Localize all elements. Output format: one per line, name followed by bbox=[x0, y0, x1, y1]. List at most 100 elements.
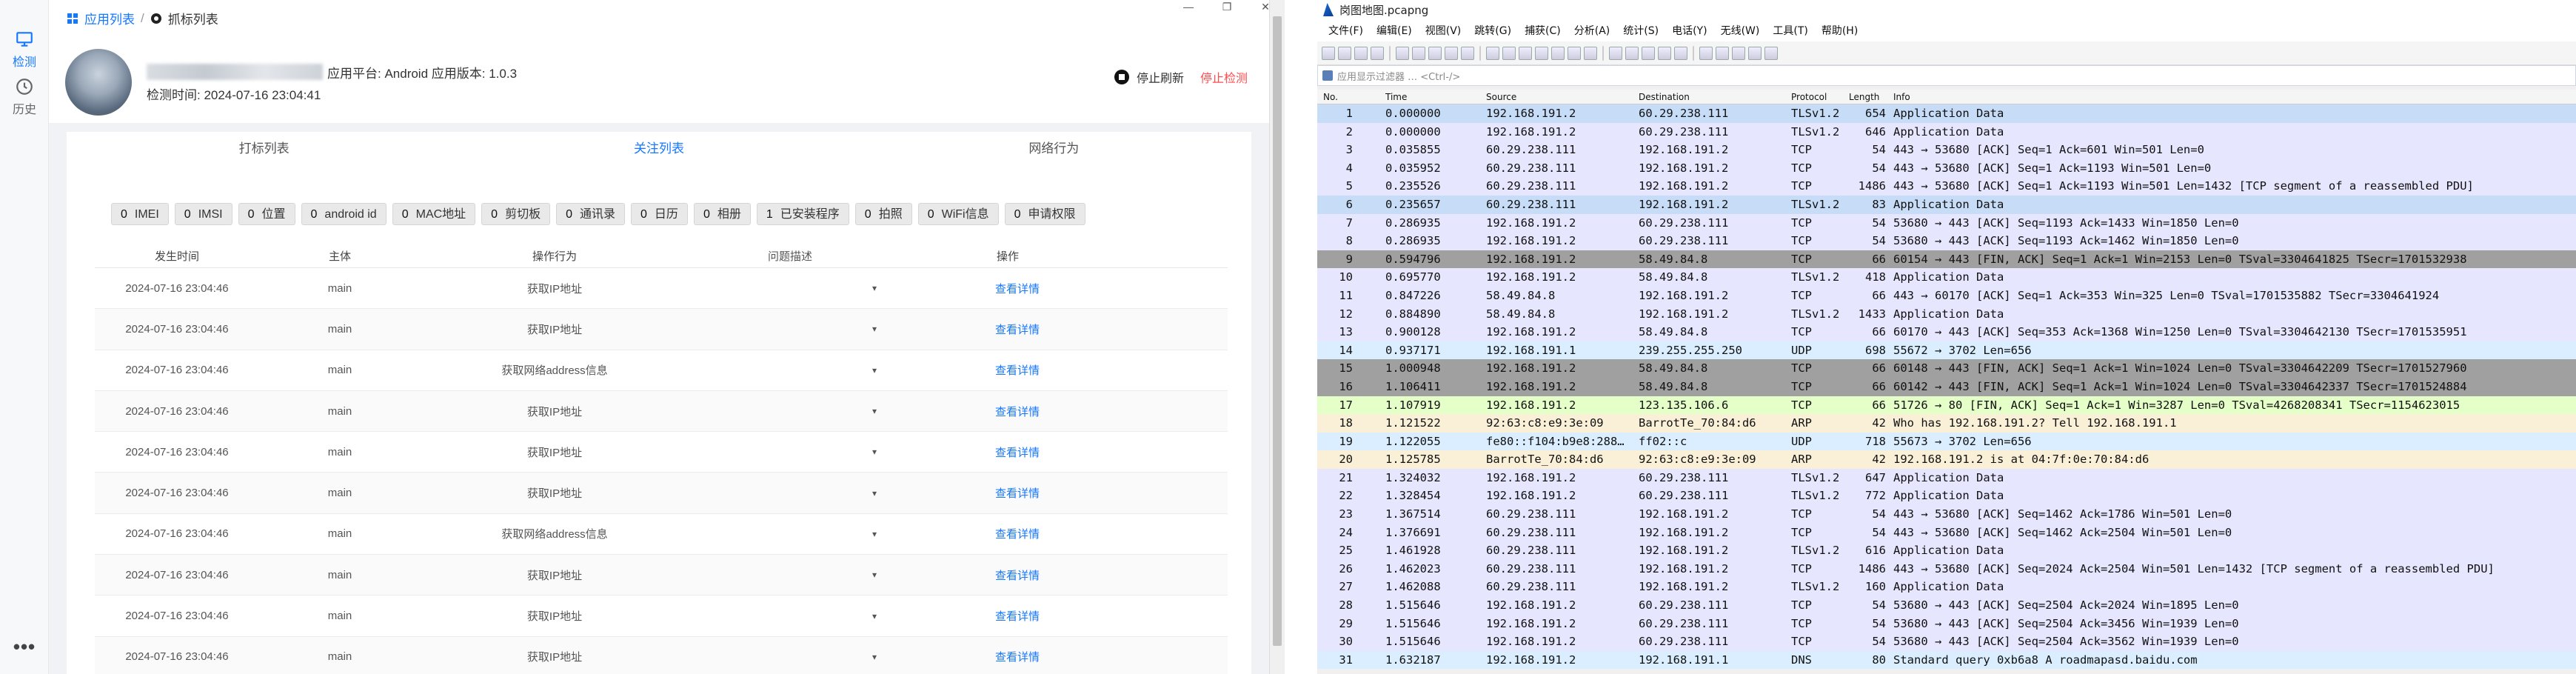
tag-filter[interactable]: 1 已安装程序 bbox=[756, 203, 849, 225]
toolbar-icon[interactable] bbox=[1699, 46, 1713, 60]
packet-row[interactable]: 30 1.515646 192.168.191.2 60.29.238.111 TCP 5… bbox=[1317, 633, 2576, 651]
packet-row[interactable]: 17 1.107919 192.168.191.2 123.135.106.6 TCP 6… bbox=[1317, 396, 2576, 415]
menu-item[interactable]: 编辑(E) bbox=[1370, 23, 1419, 38]
cell-issue-toggle[interactable]: ▾ bbox=[689, 488, 891, 498]
menu-item[interactable]: 工具(T) bbox=[1766, 23, 1814, 38]
packet-row[interactable]: 7 0.286935 192.168.191.2 60.29.238.111 TCP 54… bbox=[1317, 213, 2576, 233]
toolbar-icon[interactable] bbox=[1428, 46, 1442, 60]
tag-filter[interactable]: 0 日历 bbox=[631, 203, 688, 225]
col-no[interactable]: No. bbox=[1323, 92, 1338, 102]
packet-row[interactable]: 21 1.324032 192.168.191.2 60.29.238.111 TLSv… bbox=[1317, 468, 2576, 487]
toolbar-icon[interactable] bbox=[1625, 46, 1639, 60]
cell-issue-toggle[interactable]: ▾ bbox=[689, 283, 891, 293]
more-menu-button[interactable]: ••• bbox=[0, 635, 49, 658]
minimize-button[interactable]: — bbox=[1169, 0, 1208, 15]
packet-row[interactable]: 6 0.235657 60.29.238.111 192.168.191.2 TLSv1… bbox=[1317, 195, 2576, 214]
packet-row[interactable]: 1 0.000000 192.168.191.2 60.29.238.111 TLSv1… bbox=[1317, 104, 2576, 123]
packet-row[interactable]: 10 0.695770 192.168.191.2 58.49.84.8 TLSv1.2… bbox=[1317, 268, 2576, 287]
col-length[interactable]: Length bbox=[1849, 92, 1879, 102]
packet-row[interactable]: 12 0.884890 58.49.84.8 192.168.191.2 TLSv1.2… bbox=[1317, 304, 2576, 324]
maximize-button[interactable]: ❐ bbox=[1208, 0, 1246, 15]
packet-row[interactable]: 31 1.632187 192.168.191.2 192.168.191.1 DNS 8… bbox=[1317, 650, 2576, 670]
cell-issue-toggle[interactable]: ▾ bbox=[689, 529, 891, 539]
cell-issue-toggle[interactable]: ▾ bbox=[689, 365, 891, 376]
cell-issue-toggle[interactable]: ▾ bbox=[689, 570, 891, 580]
packet-row[interactable]: 18 1.121522 92:63:c8:e9:3e:09 BarrotTe_70:8… bbox=[1317, 414, 2576, 433]
col-destination[interactable]: Destination bbox=[1639, 92, 1690, 102]
toolbar-icon[interactable] bbox=[1674, 46, 1687, 60]
menu-item[interactable]: 跳转(G) bbox=[1468, 23, 1518, 38]
view-details-link[interactable]: 查看详情 bbox=[995, 447, 1040, 459]
toolbar-icon[interactable] bbox=[1551, 46, 1565, 60]
packet-row[interactable]: 5 0.235526 60.29.238.111 192.168.191.2 TCP 14… bbox=[1317, 177, 2576, 196]
nav-history[interactable]: 历史 bbox=[0, 77, 49, 117]
toolbar-icon[interactable] bbox=[1609, 46, 1622, 60]
menu-item[interactable]: 统计(S) bbox=[1616, 23, 1665, 38]
col-protocol[interactable]: Protocol bbox=[1791, 92, 1827, 102]
tag-filter[interactable]: 0 通讯录 bbox=[556, 203, 626, 225]
toolbar-icon[interactable] bbox=[1658, 46, 1671, 60]
packet-row[interactable]: 20 1.125785 BarrotTe_70:84:d6 92:63:c8:e9:3… bbox=[1317, 450, 2576, 469]
view-details-link[interactable]: 查看详情 bbox=[995, 528, 1040, 541]
stop-refresh-button[interactable]: 停止刷新 bbox=[1114, 68, 1184, 86]
packet-row[interactable]: 25 1.461928 60.29.238.111 192.168.191.2 TLSv… bbox=[1317, 541, 2576, 560]
toolbar-icon[interactable] bbox=[1461, 46, 1474, 60]
view-details-link[interactable]: 查看详情 bbox=[995, 610, 1040, 623]
packet-row[interactable]: 2 0.000000 192.168.191.2 60.29.238.111 TLSv1… bbox=[1317, 122, 2576, 141]
tag-filter[interactable]: 0 IMEI bbox=[111, 203, 169, 225]
tag-filter[interactable]: 0 申请权限 bbox=[1004, 203, 1085, 225]
packet-row[interactable]: 8 0.286935 192.168.191.2 60.29.238.111 TCP 54… bbox=[1317, 232, 2576, 250]
tab-watch-list[interactable]: 关注列表 bbox=[461, 132, 856, 166]
cell-issue-toggle[interactable]: ▾ bbox=[689, 406, 891, 416]
packet-row[interactable]: 3 0.035855 60.29.238.111 192.168.191.2 TCP 54… bbox=[1317, 141, 2576, 159]
packet-row[interactable]: 27 1.462088 60.29.238.111 192.168.191.2 TLSv… bbox=[1317, 578, 2576, 597]
tag-filter[interactable]: 0 剪切板 bbox=[481, 203, 551, 225]
menu-item[interactable]: 电话(Y) bbox=[1665, 23, 1713, 38]
tag-filter[interactable]: 0 IMSI bbox=[174, 203, 232, 225]
display-filter-input[interactable]: 应用显示过滤器 … <Ctrl-/> bbox=[1337, 69, 1460, 83]
packet-row[interactable]: 4 0.035952 60.29.238.111 192.168.191.2 TCP 54… bbox=[1317, 159, 2576, 178]
menu-item[interactable]: 捕获(C) bbox=[1518, 23, 1568, 38]
view-details-link[interactable]: 查看详情 bbox=[995, 406, 1040, 418]
tag-filter[interactable]: 0 拍照 bbox=[854, 203, 912, 225]
tag-filter[interactable]: 0 WiFi信息 bbox=[917, 203, 999, 225]
tab-network-behavior[interactable]: 网络行为 bbox=[857, 132, 1251, 166]
display-filter-bar[interactable]: 应用显示过滤器 … <Ctrl-/> bbox=[1317, 65, 2576, 86]
col-source[interactable]: Source bbox=[1486, 92, 1516, 102]
view-details-link[interactable]: 查看详情 bbox=[995, 364, 1040, 377]
left-scrollbar[interactable] bbox=[1269, 0, 1285, 674]
toolbar-icon[interactable] bbox=[1732, 46, 1745, 60]
menu-item[interactable]: 无线(W) bbox=[1714, 23, 1767, 38]
menu-item[interactable]: 分析(A) bbox=[1568, 23, 1617, 38]
toolbar-icon[interactable] bbox=[1748, 46, 1762, 60]
toolbar-icon[interactable] bbox=[1338, 46, 1351, 60]
packet-row[interactable]: 15 1.000948 192.168.191.2 58.49.84.8 TCP 66 60… bbox=[1317, 359, 2576, 378]
toolbar-icon[interactable] bbox=[1354, 46, 1368, 60]
toolbar-icon[interactable] bbox=[1642, 46, 1655, 60]
toolbar-icon[interactable] bbox=[1371, 46, 1384, 60]
toolbar-icon[interactable] bbox=[1486, 46, 1499, 60]
toolbar-icon[interactable] bbox=[1716, 46, 1729, 60]
toolbar-icon[interactable] bbox=[1412, 46, 1425, 60]
tab-mark-list[interactable]: 打标列表 bbox=[67, 132, 461, 166]
bookmark-icon[interactable] bbox=[1322, 70, 1333, 81]
menu-item[interactable]: 视图(V) bbox=[1419, 23, 1468, 38]
packet-row[interactable]: 9 0.594796 192.168.191.2 58.49.84.8 TCP 66 601… bbox=[1317, 250, 2576, 269]
tag-filter[interactable]: 0 MAC地址 bbox=[392, 203, 476, 225]
view-details-link[interactable]: 查看详情 bbox=[995, 324, 1040, 336]
cell-issue-toggle[interactable]: ▾ bbox=[689, 447, 891, 457]
tag-filter[interactable]: 0 相册 bbox=[693, 203, 751, 225]
tag-filter[interactable]: 0 android id bbox=[301, 203, 387, 225]
stop-detect-button[interactable]: 停止检测 bbox=[1200, 68, 1248, 86]
col-info[interactable]: Info bbox=[1893, 92, 1910, 102]
col-time[interactable]: Time bbox=[1385, 92, 1407, 102]
packet-row[interactable]: 24 1.376691 60.29.238.111 192.168.191.2 TCP 5… bbox=[1317, 523, 2576, 542]
view-details-link[interactable]: 查看详情 bbox=[995, 283, 1040, 296]
toolbar-icon[interactable] bbox=[1568, 46, 1581, 60]
cell-issue-toggle[interactable]: ▾ bbox=[689, 611, 891, 621]
packet-row[interactable]: 26 1.462023 60.29.238.111 192.168.191.2 TCP 1… bbox=[1317, 559, 2576, 578]
toolbar-icon[interactable] bbox=[1584, 46, 1597, 60]
breadcrumb-app-list[interactable]: 应用列表 bbox=[84, 9, 135, 27]
toolbar-icon[interactable] bbox=[1396, 46, 1409, 60]
cell-issue-toggle[interactable]: ▾ bbox=[689, 652, 891, 662]
